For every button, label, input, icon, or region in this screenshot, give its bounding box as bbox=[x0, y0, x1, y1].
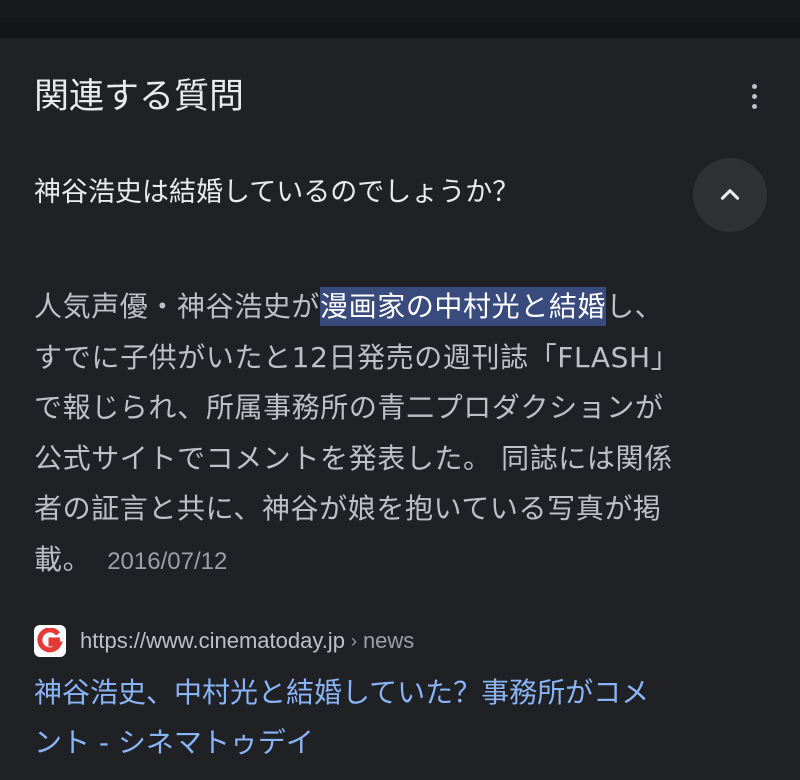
more-vert-icon[interactable] bbox=[738, 76, 770, 116]
favicon-glyph bbox=[37, 628, 63, 653]
breadcrumb-path: news bbox=[362, 628, 415, 653]
section-title: 関連する質問 bbox=[34, 77, 245, 117]
menu-dot bbox=[751, 83, 757, 89]
chevron-up-icon bbox=[720, 189, 740, 200]
menu-dot bbox=[751, 103, 757, 109]
answer-line: 公式サイトでコメントを発表した。 同誌には関係 bbox=[34, 441, 673, 475]
breadcrumb-separator: › bbox=[350, 630, 357, 651]
answer-text: 載。 bbox=[34, 542, 92, 576]
answer-line: 人気声優・神谷浩史が漫画家の中村光と結婚し、 bbox=[34, 282, 774, 333]
answer-text: 人気声優・神谷浩史が bbox=[34, 290, 321, 323]
answer-line: 載。 2016/07/12 bbox=[34, 535, 774, 586]
answer-line: 者の証言と共に、神谷が娘を抱いている写真が掲 bbox=[34, 492, 662, 525]
collapse-button[interactable] bbox=[693, 158, 767, 232]
cinematoday-logo-icon bbox=[34, 625, 66, 657]
source-row[interactable]: https://www.cinematoday.jp › news bbox=[34, 624, 414, 658]
result-title-link[interactable]: 神谷浩史、中村光と結婚していた？事務所がコメ ント - シネマトゥデイ bbox=[34, 668, 774, 768]
result-title-line[interactable]: 神谷浩史、中村光と結婚していた？事務所がコメ bbox=[34, 668, 774, 718]
highlighted-answer: 漫画家の中村光と結婚 bbox=[320, 287, 607, 326]
answer-line: すでに子供がいたと12日発売の週刊誌「FLASH」 bbox=[34, 340, 680, 374]
previous-card-bottom bbox=[0, 0, 800, 22]
answer-text: し、 bbox=[606, 290, 664, 323]
source-url: https://www.cinematoday.jp bbox=[80, 628, 345, 653]
answer-date: 2016/07/12 bbox=[107, 547, 228, 575]
card-separator bbox=[0, 22, 800, 38]
result-title-line[interactable]: ント - シネマトゥデイ bbox=[34, 718, 774, 768]
answer-line: で報じられ、所属事務所の青二プロダクションが bbox=[34, 391, 664, 424]
question-text[interactable]: 神谷浩史は結婚しているのでしょうか？ bbox=[34, 172, 519, 214]
answer-snippet: 人気声優・神谷浩史が漫画家の中村光と結婚し、 すでに子供がいたと12日発売の週刊… bbox=[34, 282, 774, 585]
menu-dot bbox=[751, 93, 757, 99]
